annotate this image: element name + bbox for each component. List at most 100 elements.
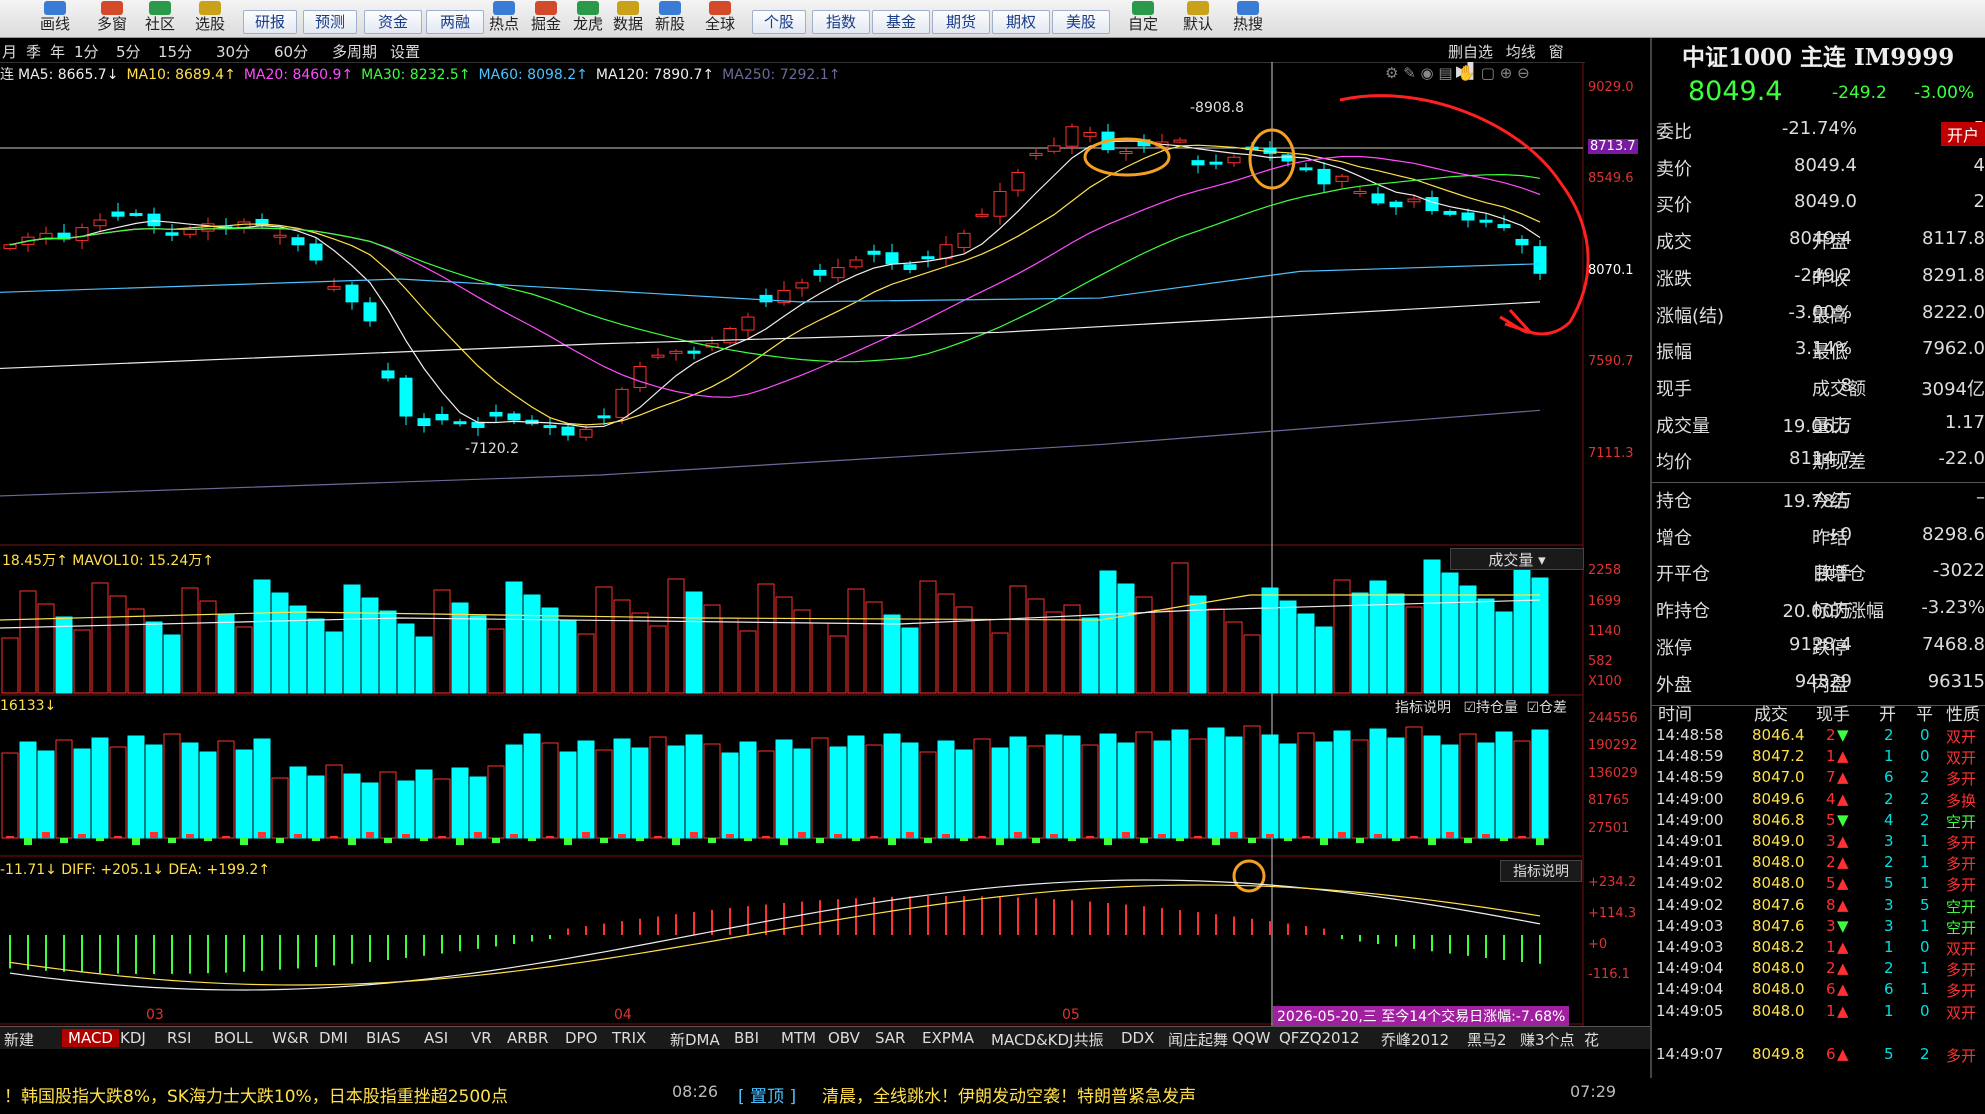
oi-diff-bar: [1374, 834, 1382, 838]
toolbar-button-指数[interactable]: 指数: [812, 10, 870, 34]
tab-花[interactable]: 花: [1584, 1029, 1599, 1050]
price-axis-label: 8070.1: [1588, 263, 1634, 278]
divider: [1652, 482, 1985, 484]
oi-bar: [991, 747, 1009, 839]
toolbar-button-期货[interactable]: 期货: [932, 10, 990, 34]
toolbar-多窗[interactable]: 多窗: [88, 0, 136, 37]
toolbar-button-个股[interactable]: 个股: [752, 10, 806, 34]
toolbar-button-研报[interactable]: 研报: [243, 10, 297, 34]
tab-DMI[interactable]: DMI: [319, 1029, 348, 1047]
period-30分[interactable]: 30分: [216, 41, 250, 62]
ma-button[interactable]: 均线: [1506, 43, 1536, 61]
period-月[interactable]: 月: [2, 41, 17, 62]
tab-EXPMA[interactable]: EXPMA: [922, 1029, 974, 1047]
tab-MACD&KDJ共振[interactable]: MACD&KDJ共振: [991, 1029, 1103, 1050]
period-多周期[interactable]: 多周期: [332, 41, 377, 62]
period-设置[interactable]: 设置: [390, 41, 420, 62]
period-年[interactable]: 年: [50, 41, 65, 62]
oi-bar: [1, 752, 19, 839]
toolbar-新股[interactable]: 新股: [646, 0, 694, 37]
tab-黑马2[interactable]: 黑马2: [1467, 1029, 1507, 1050]
oi-diff-bar: [744, 838, 752, 841]
oi-diff-bar: [114, 836, 122, 838]
tab-W&R[interactable]: W&R: [272, 1029, 309, 1047]
tab-RSI[interactable]: RSI: [167, 1029, 191, 1047]
oi-diff-bar: [1248, 838, 1256, 843]
arrow-up-icon: ▲: [1837, 1001, 1849, 1020]
tab-MTM[interactable]: MTM: [781, 1029, 816, 1047]
tick-close: 0: [1920, 747, 1930, 766]
candle-body: [795, 282, 809, 289]
tab-BOLL[interactable]: BOLL: [214, 1029, 253, 1047]
tab-QFZQ2012[interactable]: QFZQ2012: [1279, 1029, 1360, 1047]
tab-QQW[interactable]: QQW: [1232, 1029, 1270, 1047]
candle-body: [417, 418, 431, 427]
tick-row: 14:49:02 8048.0 5 ▲ 5 1 多开: [1654, 874, 1984, 895]
oi-explain-button[interactable]: 指标说明: [1395, 700, 1451, 716]
toolbar-默认[interactable]: 默认: [1174, 0, 1222, 37]
toolbar-画线[interactable]: 画线: [31, 0, 79, 37]
news-left[interactable]: ！韩国股指大跌8%，SK海力士大跌10%，日本股指重挫超2500点: [4, 1082, 508, 1107]
toolbar-button-美股[interactable]: 美股: [1052, 10, 1110, 34]
tab-新DMA[interactable]: 新DMA: [670, 1029, 720, 1050]
volume-bar: [595, 586, 613, 694]
candle-body: [1515, 238, 1529, 246]
toolbar-热搜[interactable]: 热搜: [1224, 0, 1272, 37]
period-60分[interactable]: 60分: [274, 41, 308, 62]
tick-open: 4: [1884, 810, 1894, 829]
chart-area[interactable]: -8908.8 -7120.2: [0, 62, 1650, 1027]
toolbar-button-预测[interactable]: 预测: [303, 10, 357, 34]
open-account-button[interactable]: 开户: [1940, 122, 1985, 146]
toolbar-掘金[interactable]: 掘金: [522, 0, 570, 37]
window-button[interactable]: 窗: [1549, 43, 1564, 61]
toolbar-热点[interactable]: 热点: [480, 0, 528, 37]
candle-body: [1497, 224, 1511, 229]
toolbar-button-两融[interactable]: 两融: [426, 10, 484, 34]
tab-赚3个点[interactable]: 赚3个点: [1520, 1029, 1575, 1050]
arrow-up-icon: ▲: [1837, 747, 1849, 766]
tab-SAR[interactable]: SAR: [875, 1029, 905, 1047]
period-15分[interactable]: 15分: [158, 41, 192, 62]
tab-ASI[interactable]: ASI: [424, 1029, 448, 1047]
date-status: 2026-05-20,三 至今14个交易日涨幅:-7.68%: [1273, 1006, 1570, 1026]
macd-header: -11.71↓ DIFF: +205.1↓ DEA: +199.2↑: [0, 862, 271, 878]
tab-乔峰2012[interactable]: 乔峰2012: [1381, 1029, 1449, 1050]
tab-VR[interactable]: VR: [471, 1029, 492, 1047]
toolbar-社区[interactable]: 社区: [136, 0, 184, 37]
tab-DPO[interactable]: DPO: [565, 1029, 597, 1047]
oi-bar: [1513, 740, 1531, 839]
candle-body: [651, 354, 665, 358]
tab-TRIX[interactable]: TRIX: [612, 1029, 646, 1047]
toolbar-全球[interactable]: 全球: [696, 0, 744, 37]
quote-label: 委比: [1656, 122, 1692, 143]
oi-diff-bar: [204, 838, 212, 841]
oi-check-diff[interactable]: ☑仓差: [1526, 700, 1567, 716]
tab-新建[interactable]: 新建: [4, 1029, 34, 1050]
candle-body: [615, 388, 629, 418]
tab-DDX[interactable]: DDX: [1121, 1029, 1154, 1047]
tab-KDJ[interactable]: KDJ: [120, 1029, 146, 1047]
period-5分[interactable]: 5分: [116, 41, 141, 62]
volume-selector[interactable]: 成交量 ▾: [1450, 548, 1584, 570]
oi-bar: [685, 734, 703, 839]
toolbar-自定[interactable]: 自定: [1119, 0, 1167, 37]
tab-ARBR[interactable]: ARBR: [507, 1029, 548, 1047]
favorite-button[interactable]: 删自选: [1448, 43, 1493, 61]
news-mid[interactable]: 清晨，全线跳水！伊朗发动空袭！特朗普紧急发声: [822, 1082, 1196, 1107]
tab-MACD[interactable]: MACD: [62, 1029, 119, 1047]
toolbar-button-资金[interactable]: 资金: [364, 10, 422, 34]
candle-body: [885, 252, 899, 265]
quote-row: 现手 8 成交额 3094亿: [1652, 375, 1985, 411]
toolbar-button-基金[interactable]: 基金: [872, 10, 930, 34]
period-季[interactable]: 季: [26, 41, 41, 62]
tab-BIAS[interactable]: BIAS: [366, 1029, 401, 1047]
tab-BBI[interactable]: BBI: [734, 1029, 759, 1047]
period-1分[interactable]: 1分: [74, 41, 99, 62]
toolbar-button-期权[interactable]: 期权: [992, 10, 1050, 34]
macd-explain-button[interactable]: 指标说明: [1500, 860, 1582, 882]
toolbar-选股[interactable]: 选股: [186, 0, 234, 37]
toolbar-数据[interactable]: 数据: [604, 0, 652, 37]
tab-OBV[interactable]: OBV: [828, 1029, 860, 1047]
oi-check-volume[interactable]: ☑持仓量: [1463, 700, 1518, 716]
tab-闻庄起舞[interactable]: 闻庄起舞: [1168, 1029, 1228, 1050]
